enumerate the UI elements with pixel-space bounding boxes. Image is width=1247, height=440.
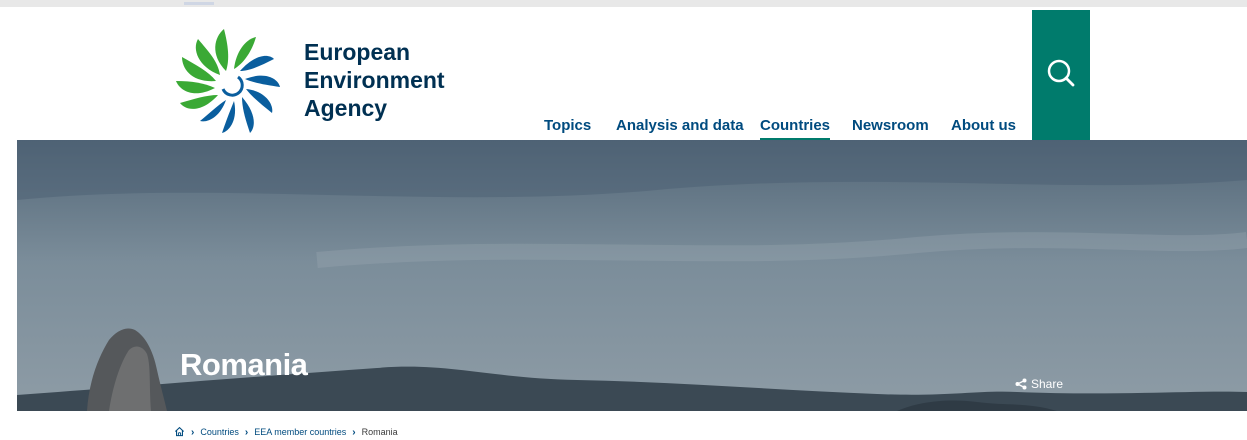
- share-button[interactable]: Share: [1015, 377, 1063, 391]
- brand-line-2: Environment: [304, 67, 445, 93]
- brand-name: European Environment Agency: [304, 38, 445, 122]
- nav-item-about-us[interactable]: About us: [951, 117, 1016, 134]
- top-bar-marker: [184, 2, 214, 5]
- search-icon: [1047, 59, 1075, 87]
- breadcrumb-home[interactable]: [174, 426, 185, 439]
- nav-item-countries[interactable]: Countries: [760, 117, 831, 141]
- site-header: European Environment Agency Topics Analy…: [0, 7, 1247, 141]
- nav-item-topics[interactable]: Topics: [544, 117, 591, 134]
- eea-logo-icon: [176, 29, 280, 133]
- breadcrumb: › Countries › EEA member countries › Rom…: [174, 425, 398, 439]
- top-bar: [0, 0, 1247, 7]
- nav-item-analysis-and-data[interactable]: Analysis and data: [616, 117, 744, 134]
- share-icon: [1015, 378, 1027, 390]
- breadcrumb-eea-member-countries[interactable]: EEA member countries: [254, 427, 346, 437]
- brand-line-3: Agency: [304, 95, 388, 121]
- home-icon: [174, 426, 185, 436]
- chevron-right-icon: ›: [352, 426, 356, 438]
- share-label: Share: [1031, 377, 1064, 391]
- chevron-right-icon: ›: [191, 426, 195, 438]
- breadcrumb-countries[interactable]: Countries: [200, 427, 239, 437]
- breadcrumb-current: Romania: [361, 427, 398, 437]
- chevron-right-icon: ›: [244, 426, 249, 438]
- search-button[interactable]: [1032, 10, 1090, 140]
- page-title: Romania: [180, 347, 308, 382]
- brand-line-1: European: [304, 39, 411, 65]
- nav-item-newsroom[interactable]: Newsroom: [852, 117, 929, 134]
- hero-banner: Romania Share: [17, 140, 1247, 411]
